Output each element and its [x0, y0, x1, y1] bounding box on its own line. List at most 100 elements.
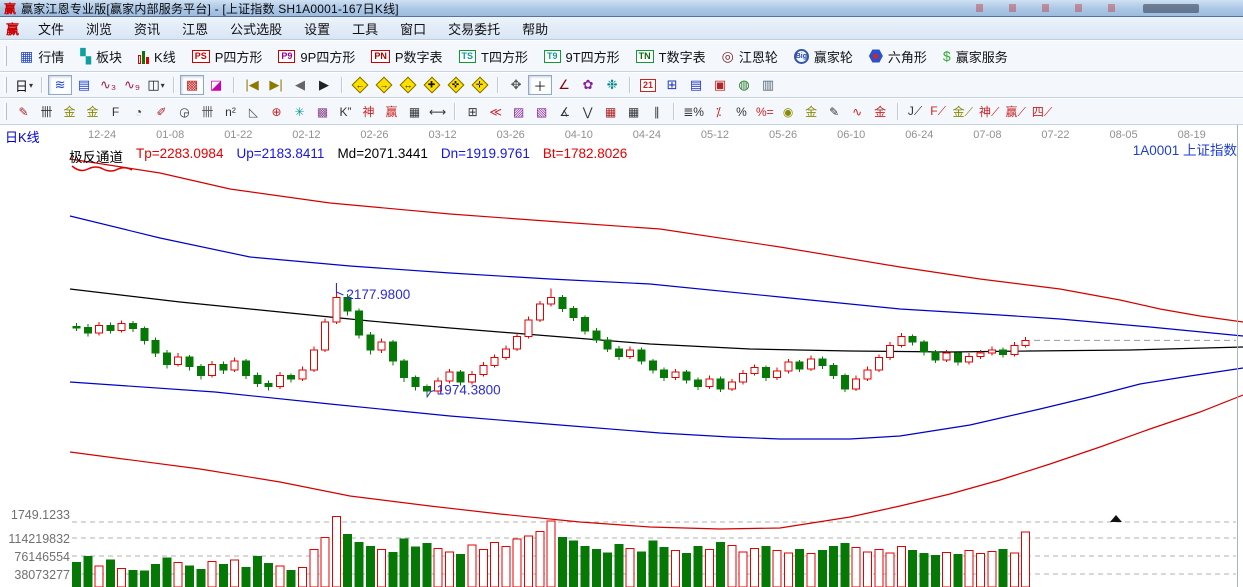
tb-winner-wheel[interactable]: Big赢家轮 — [786, 44, 861, 68]
cycle-clock-tool[interactable]: ◶ — [173, 102, 196, 122]
marker-pencil-tool[interactable]: ✐ — [150, 102, 173, 122]
ying-tool[interactable]: 赢 — [380, 102, 403, 122]
menu-file[interactable]: 文件 — [27, 17, 75, 40]
gold-level-tool[interactable]: 金 — [800, 102, 823, 122]
gann-square-tool[interactable]: ✿ — [576, 75, 600, 95]
gann-expand-h[interactable]: ↔ — [396, 75, 420, 95]
gold-ruler-tool[interactable]: 金 — [58, 102, 81, 122]
price-grid-tool[interactable]: ▦ — [599, 102, 622, 122]
percent-tool[interactable]: % — [730, 102, 753, 122]
tb-kline-icon — [138, 49, 149, 64]
box-measure-tool[interactable]: ⊞ — [461, 102, 484, 122]
k-mark-tool[interactable]: K” — [334, 102, 357, 122]
tb-p-table[interactable]: PNP数字表 — [363, 44, 450, 68]
gold-angle-tool[interactable]: 金⟋ — [950, 102, 976, 122]
menu-gann[interactable]: 江恩 — [171, 17, 219, 40]
time-grid-tool[interactable]: ▦ — [622, 102, 645, 122]
volume-bar — [570, 541, 578, 587]
gann-shift-left[interactable]: ← — [348, 75, 372, 95]
tool-candle-style[interactable]: ◫▾ — [144, 75, 168, 95]
tb-quotes[interactable]: ▦行情 — [12, 44, 72, 68]
menu-settings[interactable]: 设置 — [293, 17, 341, 40]
spiral-tool[interactable]: ◔ — [127, 102, 150, 122]
angle-line-tool[interactable]: ∠ — [552, 75, 576, 95]
grid-123-tool[interactable]: ▦ — [403, 102, 426, 122]
tb-9t-square[interactable]: T99T四方形 — [536, 44, 628, 68]
j-angle-tool[interactable]: J⟋ — [904, 102, 927, 122]
gann-cross[interactable]: ✚ — [420, 75, 444, 95]
fan-box-tool[interactable]: ▨ — [507, 102, 530, 122]
tool-overlap-view[interactable]: ≋ — [48, 75, 72, 95]
calculator-tool[interactable]: ⊞ — [660, 75, 684, 95]
nav-prev[interactable]: ◀ — [288, 75, 312, 95]
tb-p-square[interactable]: PSP四方形 — [184, 44, 271, 68]
wave-percent-tool[interactable]: ∿ — [846, 102, 869, 122]
pencil-bars-tool[interactable]: ✎ — [823, 102, 846, 122]
f-angle-tool[interactable]: F⟋ — [927, 102, 950, 122]
tb-sectors[interactable]: ▚板块 — [72, 44, 130, 68]
nav-next[interactable]: ▶ — [312, 75, 336, 95]
tool-wave-3[interactable]: ∿₃ — [96, 75, 120, 95]
tool-wave-9[interactable]: ∿₉ — [120, 75, 144, 95]
window-controls[interactable] — [1143, 4, 1199, 13]
n-square-tool[interactable]: n² — [219, 102, 242, 122]
menu-window[interactable]: 窗口 — [389, 17, 437, 40]
draw-pencil-tool[interactable]: ✎ — [12, 102, 35, 122]
calendar-tool[interactable]: 21 — [636, 75, 660, 95]
save-tool[interactable]: ▣ — [708, 75, 732, 95]
gold-section-tool[interactable]: 金 — [81, 102, 104, 122]
hand-tool[interactable]: ✥ — [504, 75, 528, 95]
memo-tool[interactable]: ▤ — [684, 75, 708, 95]
angle-ruler-tool[interactable]: ◺ — [242, 102, 265, 122]
tb-winner-service[interactable]: $赢家服务 — [935, 44, 1016, 68]
si-angle-tool[interactable]: 四⟋ — [1029, 102, 1055, 122]
percent-line-tool[interactable]: ⁒ — [707, 102, 730, 122]
shen-tool[interactable]: 神 — [357, 102, 380, 122]
gann-shift-right[interactable]: → — [372, 75, 396, 95]
star-tool[interactable]: ✳ — [288, 102, 311, 122]
crosshair-tool[interactable]: ＋ — [528, 75, 552, 95]
grid-cross-tool[interactable]: ▩ — [311, 102, 334, 122]
price-scale-tool[interactable]: ≣% — [680, 102, 707, 122]
period-day-selector[interactable]: 日▾ — [12, 75, 36, 95]
tb-t-square[interactable]: TST四方形 — [451, 44, 536, 68]
kline-canvas[interactable]: 12-2401-0801-2202-1202-2603-1203-2604-10… — [0, 125, 1243, 587]
percent-level-tool[interactable]: %= — [753, 102, 777, 122]
export-tool[interactable]: ◍ — [732, 75, 756, 95]
angle-fan-tool[interactable]: ∡ — [553, 102, 576, 122]
maze-tool[interactable]: ❉ — [600, 75, 624, 95]
ying-angle-tool[interactable]: 赢⟋ — [1002, 102, 1028, 122]
nav-first-bar[interactable]: |◀ — [240, 75, 264, 95]
ruler-tool[interactable]: 卌 — [35, 102, 58, 122]
tb-gann-wheel[interactable]: ◎江恩轮 — [714, 44, 786, 68]
tb-t-table[interactable]: TNT数字表 — [628, 44, 714, 68]
ruler2-tool[interactable]: 卌 — [196, 102, 219, 122]
gann-compress[interactable]: ✜ — [444, 75, 468, 95]
tool-red-map-icon: ▩ — [186, 77, 198, 93]
tb-9p-square[interactable]: P99P四方形 — [270, 44, 363, 68]
tb-kline[interactable]: K线 — [130, 44, 184, 68]
gold-circle-tool[interactable]: ◉ — [777, 102, 800, 122]
menu-browse[interactable]: 浏览 — [75, 17, 123, 40]
gann-circle-tool[interactable]: ⊕ — [265, 102, 288, 122]
span-arrows-tool[interactable]: ⟷ — [426, 102, 449, 122]
menu-tools[interactable]: 工具 — [341, 17, 389, 40]
tool-info-list[interactable]: ▤ — [72, 75, 96, 95]
tool-red-map[interactable]: ▩ — [180, 75, 204, 95]
menu-help[interactable]: 帮助 — [511, 17, 559, 40]
gann-expand-all[interactable]: ✛ — [468, 75, 492, 95]
fan-lines-tool[interactable]: ≪ — [484, 102, 507, 122]
parallel-lines-tool[interactable]: ∥ — [645, 102, 668, 122]
menu-news[interactable]: 资讯 — [123, 17, 171, 40]
menu-trade[interactable]: 交易委托 — [437, 17, 511, 40]
system-tool[interactable]: ▥ — [756, 75, 780, 95]
fan-box2-tool[interactable]: ▧ — [530, 102, 553, 122]
tool-volume-profile[interactable]: ◪ — [204, 75, 228, 95]
tb-hexagon[interactable]: 六角形 — [861, 44, 935, 68]
v-line-tool[interactable]: ⋁ — [576, 102, 599, 122]
fibonacci-tool[interactable]: F — [104, 102, 127, 122]
gold-underline-tool[interactable]: 金 — [869, 102, 892, 122]
nav-last-bar[interactable]: ▶| — [264, 75, 288, 95]
menu-formula-pick[interactable]: 公式选股 — [219, 17, 293, 40]
shen-angle-tool[interactable]: 神⟋ — [976, 102, 1002, 122]
